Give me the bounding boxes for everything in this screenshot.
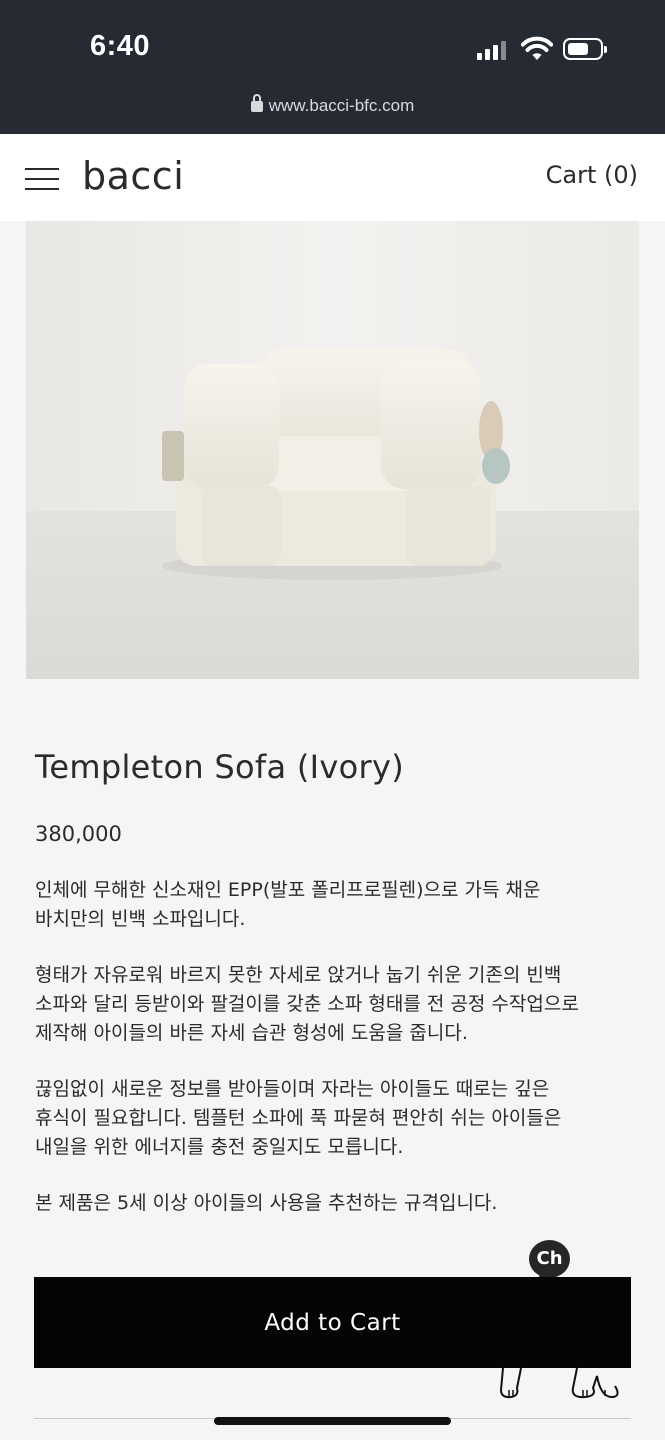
product-image[interactable]	[26, 221, 639, 679]
site-header: bacci Cart (0)	[0, 134, 665, 221]
signal-icon	[477, 40, 511, 60]
description-paragraph: 끊임없이 새로운 정보를 받아들이며 자라는 아이들도 때로는 깊은 휴식이 필…	[35, 1078, 562, 1158]
wifi-icon	[521, 36, 553, 60]
character-feet-icon	[499, 1367, 619, 1399]
description-paragraph: 인체에 무해한 신소재인 EPP(발포 폴리프로필렌)으로 가득 채운 바치만의…	[35, 879, 541, 930]
status-time: 6:40	[90, 30, 151, 62]
status-bar: 6:40 www.bacci-bfc.com	[0, 0, 665, 134]
ivory-sofa-photo	[26, 221, 639, 679]
battery-icon	[563, 38, 607, 60]
chat-button[interactable]: Ch	[529, 1240, 570, 1278]
product-title: Templeton Sofa (Ivory)	[35, 748, 404, 786]
site-logo[interactable]: bacci	[82, 154, 184, 198]
hamburger-menu-icon[interactable]	[25, 168, 59, 190]
add-to-cart-button[interactable]: Add to Cart	[34, 1277, 631, 1368]
product-price: 380,000	[35, 822, 122, 846]
description-paragraph: 본 제품은 5세 이상 아이들의 사용을 추천하는 규격입니다.	[35, 1192, 498, 1214]
description-paragraph: 형태가 자유로워 바르지 못한 자세로 앉거나 눕기 쉬운 기존의 빈백 소파와…	[35, 964, 579, 1044]
home-indicator[interactable]	[214, 1417, 451, 1425]
product-description: 인체에 무해한 신소재인 EPP(발포 폴리프로필렌)으로 가득 채운 바치만의…	[35, 876, 635, 1245]
url-bar[interactable]: www.bacci-bfc.com	[0, 94, 665, 116]
product-details: Templeton Sofa (Ivory) 380,000 인체에 무해한 신…	[35, 748, 635, 1214]
lock-icon	[250, 94, 263, 112]
url-text: www.bacci-bfc.com	[268, 96, 415, 115]
cart-link[interactable]: Cart (0)	[546, 161, 638, 189]
